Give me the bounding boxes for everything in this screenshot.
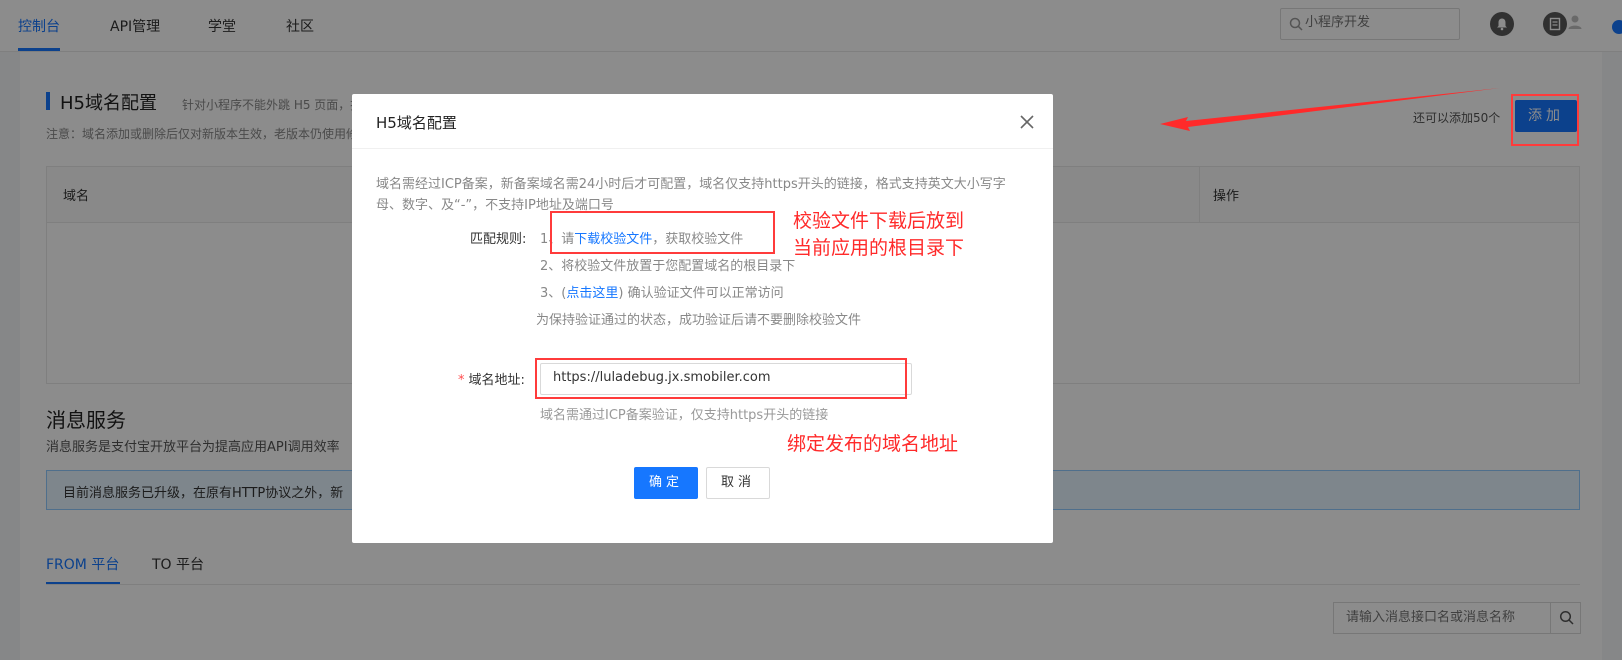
annotation-note-1-line-2: 当前应用的根目录下	[793, 237, 965, 259]
annotation-note-1-line-1: 校验文件下载后放到	[793, 210, 965, 232]
modal-title: H5域名配置	[376, 114, 457, 132]
rule-label: 匹配规则:	[470, 232, 527, 247]
cancel-button[interactable]: 取消	[706, 467, 770, 499]
h5-domain-modal: H5域名配置 域名需经过ICP备案，新备案域名需24小时后才可配置，域名仅支持h…	[352, 94, 1053, 543]
modal-header: H5域名配置	[352, 94, 1053, 149]
rule3-suffix: ) 确认验证文件可以正常访问	[618, 286, 784, 301]
rule3-prefix: 3、(	[540, 286, 567, 301]
rule-line-4: 为保持验证通过的状态，成功验证后请不要删除校验文件	[536, 313, 862, 328]
annotation-box-add	[1511, 94, 1579, 146]
close-icon[interactable]	[1017, 112, 1037, 132]
annotation-box-download	[550, 211, 775, 254]
annotation-box-domain	[535, 358, 907, 399]
click-here-link[interactable]: 点击这里	[566, 286, 618, 301]
rule-line-3: 3、(点击这里) 确认验证文件可以正常访问	[540, 282, 784, 301]
annotation-note-2: 绑定发布的域名地址	[787, 433, 959, 455]
domain-hint: 域名需通过ICP备案验证，仅支持https开头的链接	[540, 408, 829, 423]
rule-line-2: 2、将校验文件放置于您配置域名的根目录下	[540, 259, 796, 274]
domain-label-text: 域名地址:	[468, 373, 525, 388]
confirm-button[interactable]: 确定	[634, 467, 698, 499]
required-mark: *	[458, 373, 465, 388]
domain-label: * 域名地址:	[458, 369, 525, 388]
